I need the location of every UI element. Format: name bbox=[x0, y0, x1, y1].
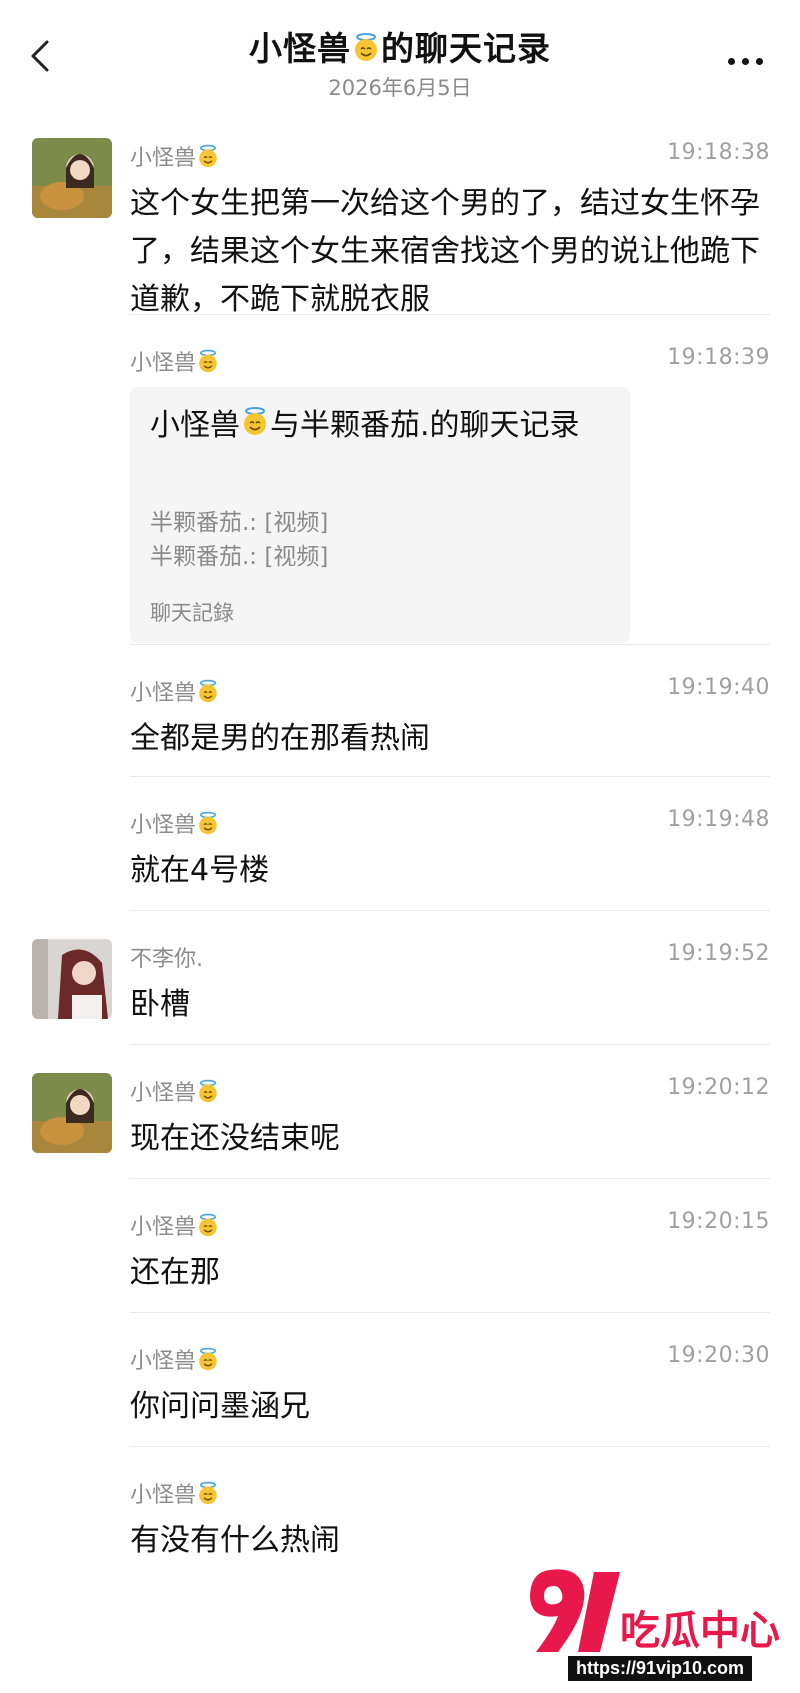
message-time: 19:20:12 bbox=[667, 1075, 770, 1100]
sender-name: 小怪兽 bbox=[130, 345, 220, 379]
message-item[interactable]: 小怪兽 19:20:12 现在还没结束呢 bbox=[32, 1045, 770, 1179]
avatar-xiaoguaishou[interactable] bbox=[32, 1073, 112, 1153]
message-item[interactable]: 小怪兽 19:20:15 还在那 bbox=[130, 1179, 770, 1313]
avatar-xiaoguaishou[interactable] bbox=[32, 138, 112, 218]
avatar-bulini[interactable] bbox=[32, 939, 112, 1019]
sender-name: 小怪兽 bbox=[130, 140, 220, 174]
message-text: 还在那 bbox=[130, 1255, 220, 1290]
sender-name: 不李你. bbox=[130, 947, 203, 972]
halo-smile-emoji-icon bbox=[196, 679, 220, 709]
halo-smile-emoji-icon bbox=[351, 31, 381, 70]
message-text: 这个女生把第一次给这个男的了，结过女生怀孕了，结果这个女生来宿舍找这个男的说让他… bbox=[130, 186, 760, 317]
forwarded-chat-card[interactable]: 小怪兽 与半颗番茄.的聊天记录 半颗番茄.: [视频] 半颗番茄.: [视频] 聊… bbox=[130, 387, 630, 643]
message-time: 19:19:52 bbox=[667, 941, 770, 966]
message-item[interactable]: 小怪兽 19:20:30 你问问墨涵兄 bbox=[130, 1313, 770, 1447]
chat-date: 2026年6月5日 bbox=[328, 76, 472, 100]
message-text: 有没有什么热闹 bbox=[130, 1523, 340, 1558]
message-time: 19:19:48 bbox=[667, 807, 770, 832]
halo-smile-emoji-icon bbox=[196, 349, 220, 379]
message-time: 19:19:40 bbox=[667, 675, 770, 700]
halo-smile-emoji-icon bbox=[196, 144, 220, 174]
watermark-brand: 吃瓜中心 bbox=[620, 1608, 780, 1654]
message-text: 现在还没结束呢 bbox=[130, 1121, 340, 1156]
card-title: 小怪兽 与半颗番茄.的聊天记录 bbox=[150, 403, 610, 450]
message-text: 卧槽 bbox=[130, 987, 190, 1022]
message-text: 就在4号楼 bbox=[130, 853, 270, 888]
message-time: 19:20:15 bbox=[667, 1209, 770, 1234]
halo-smile-emoji-icon bbox=[196, 1079, 220, 1109]
halo-smile-emoji-icon bbox=[196, 1347, 220, 1377]
sender-name: 小怪兽 bbox=[130, 1477, 220, 1511]
halo-smile-emoji-icon bbox=[196, 1481, 220, 1511]
sender-name: 小怪兽 bbox=[130, 1343, 220, 1377]
watermark-91-logo-icon bbox=[530, 1569, 620, 1652]
page-title: 小怪兽 的聊天记录 bbox=[249, 29, 551, 70]
message-time: 19:18:38 bbox=[667, 140, 770, 165]
halo-smile-emoji-icon bbox=[196, 1213, 220, 1243]
sender-name: 小怪兽 bbox=[130, 675, 220, 709]
message-item[interactable]: 小怪兽 19:18:39 小怪兽 与半颗番茄.的聊天记录 半颗番茄.: [视频] … bbox=[130, 315, 770, 645]
message-item[interactable]: 不李你. 19:19:52 卧槽 bbox=[32, 911, 770, 1045]
message-text: 你问问墨涵兄 bbox=[130, 1389, 310, 1424]
sender-name: 小怪兽 bbox=[130, 807, 220, 841]
message-time: 19:18:39 bbox=[667, 345, 770, 370]
message-item[interactable]: 小怪兽 有没有什么热闹 bbox=[130, 1447, 770, 1577]
message-item[interactable]: 小怪兽 19:18:38 这个女生把第一次给这个男的了，结过女生怀孕了，结果这个… bbox=[32, 110, 770, 317]
halo-smile-emoji-icon bbox=[196, 811, 220, 841]
sender-name: 小怪兽 bbox=[130, 1075, 220, 1109]
message-list: 小怪兽 19:18:38 这个女生把第一次给这个男的了，结过女生怀孕了，结果这个… bbox=[0, 110, 800, 1577]
more-button[interactable] bbox=[728, 50, 772, 65]
more-horizontal-icon bbox=[728, 58, 735, 65]
message-time: 19:20:30 bbox=[667, 1343, 770, 1368]
message-item[interactable]: 小怪兽 19:19:48 就在4号楼 bbox=[130, 777, 770, 911]
chat-history-header: 小怪兽 的聊天记录 2026年6月5日 bbox=[0, 0, 800, 110]
watermark-logo: 吃瓜中心 https://91vip10.com bbox=[510, 1560, 800, 1693]
watermark-url: https://91vip10.com bbox=[568, 1656, 753, 1681]
card-preview-line: 半颗番茄.: [视频] bbox=[150, 544, 329, 570]
message-item[interactable]: 小怪兽 19:19:40 全都是男的在那看热闹 bbox=[130, 645, 770, 777]
card-preview-line: 半颗番茄.: [视频] bbox=[150, 510, 329, 536]
sender-name: 小怪兽 bbox=[130, 1209, 220, 1243]
message-text: 全都是男的在那看热闹 bbox=[130, 721, 430, 756]
card-footer: 聊天記錄 bbox=[150, 601, 234, 625]
halo-smile-emoji-icon bbox=[240, 404, 270, 450]
